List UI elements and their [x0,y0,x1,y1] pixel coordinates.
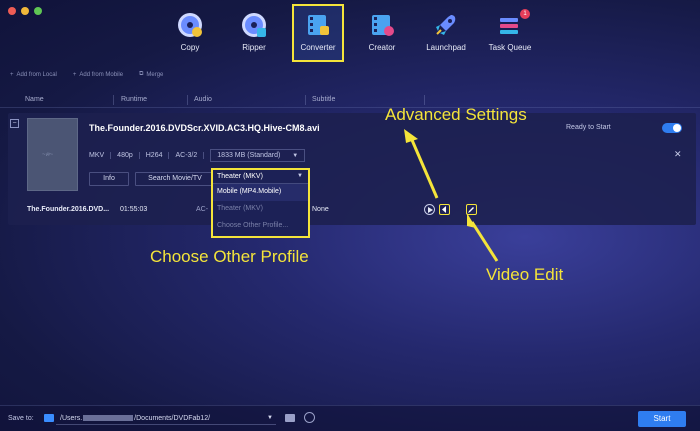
browse-folder-button[interactable] [285,414,295,422]
info-button[interactable]: Info [89,172,129,186]
profile-selected-label: Theater (MKV) [217,173,263,180]
close-icon[interactable]: ✕ [674,149,682,160]
size-value: 1833 MB (Standard) [217,152,281,159]
rocket-icon [436,15,456,35]
codec-value: H264 [140,152,170,159]
advanced-settings-button[interactable] [439,204,450,215]
merge-icon: ⧉ [139,71,144,77]
play-button[interactable] [424,204,435,215]
column-divider [187,95,188,105]
profile-option-choose-other[interactable]: Choose Other Profile... [213,218,308,235]
disc-ripper-icon [242,13,266,37]
add-from-local-label: Add from Local [16,71,57,78]
save-path-suffix: /Documents/DVDFab12/ [134,415,211,422]
nav-task-queue[interactable]: 1 Task Queue [484,4,536,62]
add-from-local-button[interactable]: + Add from Local [10,71,57,78]
col-runtime[interactable]: Runtime [121,96,147,103]
minimize-window-button[interactable] [21,7,29,15]
search-movie-tv-button[interactable]: Search Movie/TV [135,172,215,186]
save-path-prefix: /Users. [60,415,83,422]
collapse-toggle[interactable]: − [10,119,19,128]
audio-value: AC-3/2 [169,152,205,159]
zoom-window-button[interactable] [34,7,42,15]
arrow-video-edit [470,221,499,262]
nav-converter[interactable]: Converter [292,4,344,62]
callout-choose-other-profile: Choose Other Profile [150,247,309,266]
size-selector[interactable]: 1833 MB (Standard) ▼ [204,149,311,162]
add-from-mobile-button[interactable]: + Add from Mobile [73,71,123,78]
save-to-label: Save to: [8,415,34,422]
profile-option-mobile[interactable]: Mobile (MP4.Mobile) [213,184,308,201]
row-subtitle[interactable]: None [312,206,329,213]
task-file-title: The.Founder.2016.DVDScr.XVID.AC3.HQ.Hive… [89,123,320,133]
column-headers: Name Runtime Audio Subtitle [0,92,700,108]
globe-icon[interactable] [304,412,315,423]
format-value: MKV [89,152,112,159]
play-icon [427,206,433,213]
column-divider [424,95,425,105]
bottom-bar: Save to: /Users. /Documents/DVDFab12/ ▼ S… [0,405,700,431]
nav-task-queue-label: Task Queue [488,43,532,52]
disc-copy-icon [178,13,202,37]
film-creator-icon [372,15,394,36]
task-queue-badge: 1 [520,9,530,19]
profile-option-theater[interactable]: Theater (MKV) [213,201,308,218]
folder-icon [44,414,54,422]
status-text: Ready to Start [566,124,611,131]
video-edit-button[interactable] [466,204,477,215]
nav-ripper-label: Ripper [242,43,266,52]
merge-label: Merge [146,71,164,78]
row-audio[interactable]: AC- [196,206,208,213]
save-path-field[interactable]: /Users. /Documents/DVDFab12/ ▼ [56,412,276,425]
action-toolbar: + Add from Local + Add from Mobile ⧉ Mer… [10,71,163,78]
top-navigation: Copy Ripper Converter Creator Launchpad … [0,0,700,64]
callout-video-edit: Video Edit [486,265,564,284]
settings-arrow-icon [442,206,446,213]
nav-copy-label: Copy [180,43,200,52]
film-converter-icon [308,15,329,35]
nav-launchpad-label: Launchpad [426,43,466,52]
column-divider [113,95,114,105]
callout-advanced-settings: Advanced Settings [385,105,527,124]
col-audio[interactable]: Audio [194,96,212,103]
edit-pencil-icon [468,207,474,213]
col-subtitle[interactable]: Subtitle [312,96,335,103]
conversion-task: − ~ฅ~ The.Founder.2016.DVDScr.XVID.AC3.H… [8,113,696,225]
nav-launchpad[interactable]: Launchpad [420,4,472,62]
col-name[interactable]: Name [25,96,44,103]
nav-copy[interactable]: Copy [164,4,216,62]
add-from-mobile-label: Add from Mobile [79,71,124,78]
plus-icon: + [72,71,77,78]
profile-selected[interactable]: Theater (MKV) ▼ [213,170,308,184]
merge-button[interactable]: ⧉ Merge [139,71,163,78]
video-thumbnail[interactable]: ~ฅ~ [27,118,78,191]
task-metadata: MKV 480p H264 AC-3/2 1833 MB (Standard) … [89,149,311,162]
nav-creator-label: Creator [368,43,396,52]
chevron-down-icon: ▼ [267,415,273,421]
chevron-down-icon: ▼ [292,153,299,159]
chevron-down-icon: ▼ [297,173,303,179]
task-enable-toggle[interactable] [662,123,682,133]
title-row[interactable]: The.Founder.2016.DVD... 01:55:03 AC- Non… [8,199,696,221]
row-runtime: 01:55:03 [120,206,148,213]
nav-creator[interactable]: Creator [356,4,408,62]
row-name: The.Founder.2016.DVD... [27,206,110,213]
nav-ripper[interactable]: Ripper [228,4,280,62]
profile-dropdown[interactable]: Theater (MKV) ▼ Mobile (MP4.Mobile) Thea… [211,168,310,238]
close-window-button[interactable] [8,7,16,15]
nav-converter-label: Converter [300,43,336,52]
task-queue-icon [500,18,518,34]
column-divider [305,95,306,105]
redacted-username [83,415,134,422]
resolution-value: 480p [111,152,140,159]
window-controls [8,7,42,15]
start-button[interactable]: Start [638,411,686,427]
plus-icon: + [10,71,14,78]
